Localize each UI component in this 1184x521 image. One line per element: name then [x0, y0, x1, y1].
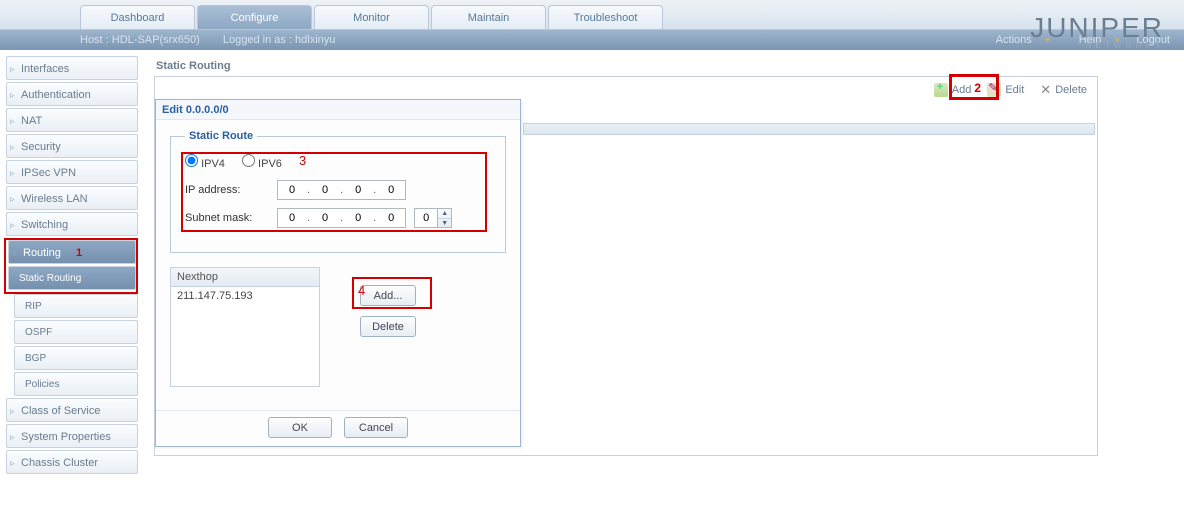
sidebar-item-label: Routing — [23, 247, 61, 259]
ipv6-radio[interactable] — [242, 154, 255, 167]
nexthop-area: Nexthop 211.147.75.193 Add... Delete 4 — [170, 267, 506, 387]
tab-monitor[interactable]: Monitor — [314, 5, 429, 29]
ipv4-option[interactable]: IPV4 — [185, 158, 228, 170]
top-tab-bar: Dashboard Configure Monitor Maintain Tro… — [0, 0, 1184, 30]
sidebar: Interfaces Authentication NAT Security I… — [0, 50, 138, 521]
ip-address-label: IP address: — [185, 184, 277, 196]
subnet-mask-label: Subnet mask: — [185, 212, 277, 224]
context-bar: Host : HDL-SAP(srx650) Logged in as : hd… — [0, 30, 1184, 50]
ok-button[interactable]: OK — [268, 417, 332, 438]
main-layout: Interfaces Authentication NAT Security I… — [0, 50, 1184, 521]
login-label: Logged in as : hdlxinyu — [223, 34, 336, 46]
cancel-button[interactable]: Cancel — [344, 417, 408, 438]
mask-octet-1[interactable] — [278, 212, 306, 224]
spinner-down-icon[interactable]: ▼ — [438, 219, 451, 228]
tab-troubleshoot[interactable]: Troubleshoot — [548, 5, 663, 29]
ipv6-option[interactable]: IPV6 — [242, 158, 282, 170]
ip-version-row: IPV4 IPV6 3 — [185, 154, 491, 170]
nexthop-delete-button[interactable]: Delete — [360, 316, 416, 337]
sidebar-item-ipsec-vpn[interactable]: IPSec VPN — [6, 160, 138, 184]
annotation-number-1: 1 — [76, 247, 82, 259]
ip-octet-4[interactable] — [377, 184, 405, 196]
delete-icon: ✕ — [1040, 82, 1051, 98]
sidebar-item-system-properties[interactable]: System Properties — [6, 424, 138, 448]
sidebar-item-wireless-lan[interactable]: Wireless LAN — [6, 186, 138, 210]
content-area: Static Routing Add Edit ✕ Delete 2 — [138, 50, 1184, 521]
add-icon — [934, 83, 948, 97]
nexthop-list[interactable]: Nexthop 211.147.75.193 — [170, 267, 320, 387]
logo-main: JUNIPER — [1030, 14, 1164, 42]
ipv4-radio[interactable] — [185, 154, 198, 167]
mask-octet-3[interactable] — [344, 212, 372, 224]
sidebar-item-chassis-cluster[interactable]: Chassis Cluster — [6, 450, 138, 474]
sidebar-item-security[interactable]: Security — [6, 134, 138, 158]
sidebar-sub-ospf[interactable]: OSPF — [14, 320, 138, 344]
static-route-fieldset: Static Route IPV4 IPV6 3 — [170, 130, 506, 253]
ip-address-input-group: . . . — [277, 180, 406, 200]
mask-octet-4[interactable] — [377, 212, 405, 224]
spinner-up-icon[interactable]: ▲ — [438, 209, 451, 219]
subnet-mask-input-group: . . . — [277, 208, 406, 228]
edit-route-dialog: Edit 0.0.0.0/0 Static Route IPV4 — [155, 99, 521, 447]
ip-octet-3[interactable] — [344, 184, 372, 196]
sidebar-item-interfaces[interactable]: Interfaces — [6, 56, 138, 80]
page-title: Static Routing — [156, 60, 1168, 72]
dialog-title: Edit 0.0.0.0/0 — [156, 100, 520, 120]
mask-bits-input[interactable] — [414, 208, 438, 228]
edit-icon — [987, 83, 1001, 97]
edit-button[interactable]: Edit — [981, 80, 1030, 100]
logo: JUNIPER NETWORKS — [1030, 14, 1164, 50]
sidebar-sub-bgp[interactable]: BGP — [14, 346, 138, 370]
tab-configure[interactable]: Configure — [197, 5, 312, 29]
host-label: Host : HDL-SAP(srx650) — [80, 34, 200, 46]
nexthop-buttons: Add... Delete — [360, 267, 416, 387]
delete-button[interactable]: ✕ Delete — [1034, 79, 1093, 101]
sidebar-item-nat[interactable]: NAT — [6, 108, 138, 132]
grid-header-strip — [523, 123, 1095, 135]
logo-sub: NETWORKS — [1030, 42, 1164, 50]
delete-button-label: Delete — [1055, 84, 1087, 96]
main-panel: Add Edit ✕ Delete 2 Edit 0.0.0.0/0 — [154, 76, 1098, 456]
sidebar-sub-policies[interactable]: Policies — [14, 372, 138, 396]
dialog-body: Static Route IPV4 IPV6 3 — [156, 120, 520, 410]
ip-octet-2[interactable] — [311, 184, 339, 196]
ipv6-label: IPV6 — [258, 158, 282, 170]
sidebar-sub-rip[interactable]: RIP — [14, 294, 138, 318]
sidebar-item-switching[interactable]: Switching — [6, 212, 138, 236]
sidebar-item-class-of-service[interactable]: Class of Service — [6, 398, 138, 422]
ip-octet-1[interactable] — [278, 184, 306, 196]
annotation-number-3: 3 — [299, 153, 306, 168]
tab-maintain[interactable]: Maintain — [431, 5, 546, 29]
sidebar-item-routing[interactable]: Routing 1 — [8, 240, 136, 264]
fieldset-legend: Static Route — [185, 130, 257, 142]
mask-bits-group: ▲ ▼ — [414, 208, 452, 228]
mask-bits-spinner[interactable]: ▲ ▼ — [438, 208, 452, 228]
add-button[interactable]: Add — [928, 80, 978, 100]
ip-address-row: IP address: . . . — [185, 180, 491, 200]
ipv4-label: IPV4 — [201, 158, 225, 170]
sidebar-sub-static-routing[interactable]: Static Routing — [8, 266, 136, 290]
dialog-footer: OK Cancel — [156, 410, 520, 444]
annotation-highlight-1: Routing 1 Static Routing — [4, 238, 138, 294]
nexthop-add-button[interactable]: Add... — [360, 285, 416, 306]
mask-octet-2[interactable] — [311, 212, 339, 224]
toolbar: Add Edit ✕ Delete — [928, 79, 1093, 101]
nexthop-header: Nexthop — [171, 268, 319, 287]
tab-dashboard[interactable]: Dashboard — [80, 5, 195, 29]
edit-button-label: Edit — [1005, 84, 1024, 96]
nexthop-row[interactable]: 211.147.75.193 — [171, 287, 319, 305]
sidebar-item-authentication[interactable]: Authentication — [6, 82, 138, 106]
add-button-label: Add — [952, 84, 972, 96]
context-left: Host : HDL-SAP(srx650) Logged in as : hd… — [80, 34, 355, 46]
subnet-mask-row: Subnet mask: . . . — [185, 208, 491, 228]
annotation-number-4: 4 — [358, 283, 365, 298]
